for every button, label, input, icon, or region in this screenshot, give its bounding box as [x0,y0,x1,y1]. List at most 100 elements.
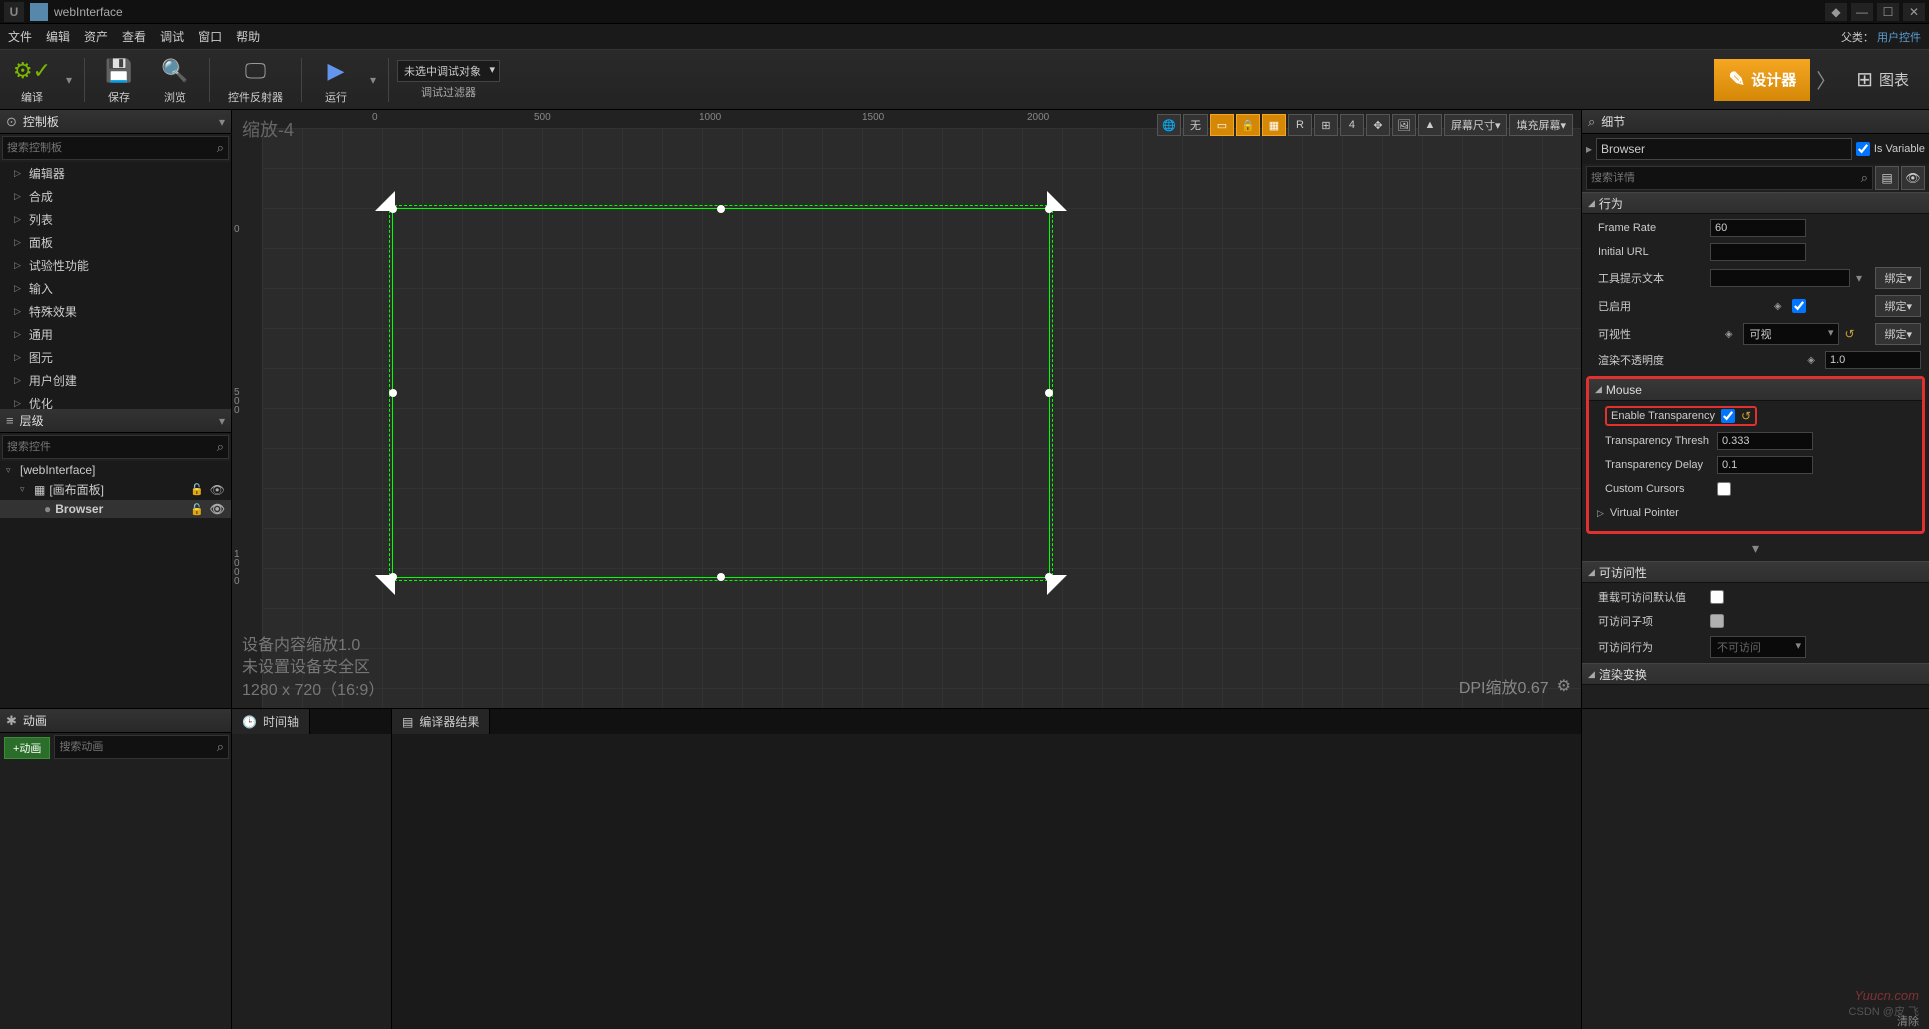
viewport[interactable]: 0 500 1000 1500 2000 0 500 1000 缩放-4 🌐 无… [232,110,1581,708]
snap-button[interactable]: ⊞ [1314,114,1338,136]
parent-class-link[interactable]: 用户控件 [1877,32,1921,44]
menu-asset[interactable]: 资产 [84,28,108,45]
menu-help[interactable]: 帮助 [236,28,260,45]
eye-icon[interactable]: 👁 [210,483,225,497]
anchor-icon[interactable] [375,191,395,211]
debug-target-select[interactable]: 未选中调试对象 [397,60,500,82]
enable-transparency-checkbox[interactable] [1721,409,1735,423]
palette-item-editor[interactable]: 编辑器 [0,162,231,185]
compile-dropdown[interactable]: ▾ [62,50,76,109]
hierarchy-search[interactable]: ⌕ [2,435,229,459]
none-button[interactable]: 无 [1183,114,1208,136]
lock-button[interactable]: 🔒 [1236,114,1260,136]
enabled-checkbox[interactable] [1792,299,1806,313]
palette-item-experimental[interactable]: 试验性功能 [0,254,231,277]
resize-handle[interactable] [717,573,725,581]
palette-item-optimize[interactable]: 优化 [0,392,231,409]
screen-size-dropdown[interactable]: 屏幕尺寸▾ [1444,114,1508,136]
section-accessibility[interactable]: ◢ 可访问性 [1582,561,1929,583]
eye-icon[interactable]: 👁 [210,502,225,516]
hierarchy-root[interactable]: ▿ [webInterface] [0,461,231,479]
animation-search[interactable]: ⌕ [54,735,229,759]
frame-rate-input[interactable] [1710,219,1806,237]
widget-name-input[interactable] [1596,138,1852,160]
maximize-button[interactable]: ☐ [1877,3,1899,21]
menu-window[interactable]: 窗口 [198,28,222,45]
bind-button[interactable]: 绑定▾ [1875,323,1921,345]
palette-item-user[interactable]: 用户创建 [0,369,231,392]
palette-search[interactable]: ⌕ [2,136,229,160]
run-dropdown[interactable]: ▾ [366,50,380,109]
palette-item-input[interactable]: 输入 [0,277,231,300]
lock-icon[interactable]: 🔓 [190,503,204,516]
palette-item-list[interactable]: 列表 [0,208,231,231]
visibility-combo[interactable]: 可视 [1743,323,1839,345]
gear-icon[interactable]: ⚙ [1557,676,1571,696]
layout-button[interactable]: ▭ [1210,114,1234,136]
expand-more-icon[interactable]: ▾ [1582,536,1929,561]
palette-menu-icon[interactable]: ▾ [219,115,225,129]
initial-url-input[interactable] [1710,243,1806,261]
hierarchy-search-input[interactable] [7,441,217,453]
browse-button[interactable]: 🔍 浏览 [149,53,201,107]
virtual-pointer-label[interactable]: Virtual Pointer [1610,507,1679,519]
menu-file[interactable]: 文件 [8,28,32,45]
menu-debug[interactable]: 调试 [160,28,184,45]
opacity-input[interactable] [1825,351,1921,369]
transparency-delay-input[interactable] [1717,456,1813,474]
palette-item-effects[interactable]: 特殊效果 [0,300,231,323]
clear-button[interactable]: 清除 [1897,1013,1919,1029]
r-button[interactable]: R [1288,114,1312,136]
reset-icon[interactable]: ↺ [1845,327,1855,341]
lock-icon[interactable]: 🔓 [190,483,204,496]
hierarchy-canvas[interactable]: ▿▦ [画布面板] 🔓 👁 [0,479,231,500]
move-icon[interactable]: ✥ [1366,114,1390,136]
hierarchy-menu-icon[interactable]: ▾ [219,414,225,428]
is-variable-checkbox[interactable]: Is Variable [1856,142,1925,156]
section-behavior[interactable]: ◢ 行为 [1582,192,1929,214]
localization-icon[interactable]: 🌐 [1157,114,1181,136]
close-button[interactable]: ✕ [1903,3,1925,21]
palette-item-primitive[interactable]: 图元 [0,346,231,369]
minimize-button[interactable]: — [1851,3,1873,21]
palette-item-common[interactable]: 通用 [0,323,231,346]
widget-reflector-button[interactable]: 🖵 控件反射器 [218,53,293,107]
image-icon[interactable]: 🖼 [1392,114,1416,136]
grid-size[interactable]: 4 [1340,114,1364,136]
menu-edit[interactable]: 编辑 [46,28,70,45]
grid-button[interactable]: ▦ [1262,114,1286,136]
reset-icon[interactable]: ↺ [1741,409,1751,423]
tooltip-input[interactable] [1710,269,1850,287]
resize-handle[interactable] [717,205,725,213]
fill-screen-dropdown[interactable]: 填充屏幕▾ [1509,114,1573,136]
eye-icon[interactable]: 👁 [1901,166,1925,190]
resize-handle[interactable] [389,389,397,397]
details-search-input[interactable] [1591,172,1861,184]
designer-mode-tab[interactable]: ✎ 设计器 [1714,59,1810,101]
anchor-icon[interactable] [375,575,395,595]
view-options-icon[interactable]: ▤ [1875,166,1899,190]
menu-view[interactable]: 查看 [122,28,146,45]
resize-handle[interactable] [1045,389,1053,397]
animation-search-input[interactable] [59,741,216,753]
run-button[interactable]: ▶ 运行 [310,53,362,107]
anchor-icon[interactable] [1047,191,1067,211]
palette-item-panel[interactable]: 面板 [0,231,231,254]
compile-button[interactable]: ⚙✓ 编译 [6,53,58,107]
dropdown-icon[interactable]: ▾ [1856,271,1862,285]
custom-cursors-checkbox[interactable] [1717,482,1731,496]
details-search[interactable]: ⌕ [1586,166,1873,190]
transparency-threshold-input[interactable] [1717,432,1813,450]
outline-icon[interactable]: ▲ [1418,114,1442,136]
selected-widget-outline[interactable] [392,208,1050,578]
section-mouse[interactable]: ◢ Mouse [1589,379,1922,401]
badge-icon[interactable]: ◆ [1825,3,1847,21]
graph-mode-tab[interactable]: ⊞ 图表 [1842,59,1923,101]
save-button[interactable]: 💾 保存 [93,53,145,107]
timeline-tab[interactable]: 🕒 时间轴 [232,709,310,734]
palette-item-composite[interactable]: 合成 [0,185,231,208]
compiler-results-tab[interactable]: ▤ 编译器结果 [392,709,490,734]
add-animation-button[interactable]: +动画 [4,737,50,759]
bind-button[interactable]: 绑定▾ [1875,295,1921,317]
anchor-icon[interactable] [1047,575,1067,595]
